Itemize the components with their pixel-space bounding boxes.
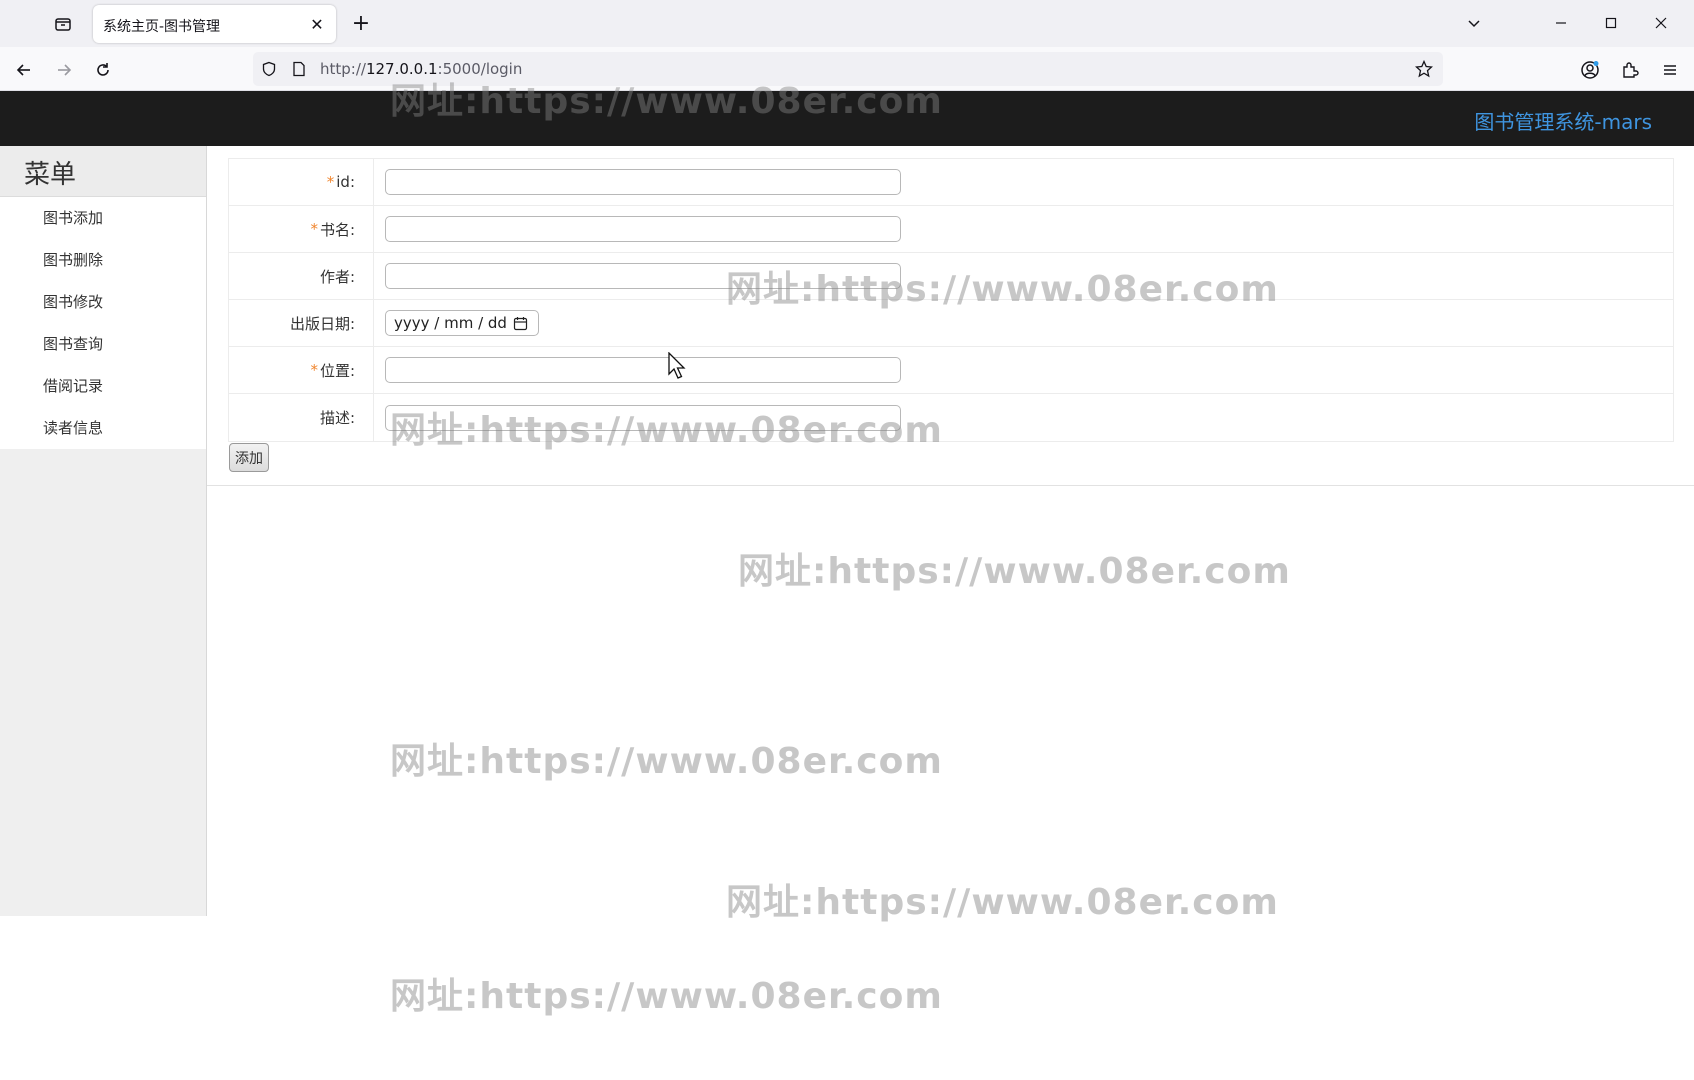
menu-title: 菜单 xyxy=(0,146,206,197)
shield-icon[interactable] xyxy=(260,60,278,78)
new-tab-icon[interactable]: + xyxy=(348,10,374,36)
field-label-text: id: xyxy=(336,173,355,191)
maximize-icon[interactable] xyxy=(1596,10,1626,36)
id-input[interactable] xyxy=(385,169,901,195)
sidebar-item-book-edit[interactable]: 图书修改 xyxy=(0,281,206,323)
tab-overview-icon[interactable] xyxy=(50,11,76,37)
form-row-title: * 书名: xyxy=(229,206,1673,253)
field-label-publish-date: 出版日期: xyxy=(229,300,374,346)
form-row-id: * id: xyxy=(229,159,1673,206)
input-cell xyxy=(374,159,1673,205)
brand-title[interactable]: 图书管理系统-mars xyxy=(1474,106,1652,135)
required-mark: * xyxy=(326,173,335,191)
field-label-text: 出版日期: xyxy=(289,314,355,333)
browser-tab-active[interactable]: 系统主页-图书管理 ✕ xyxy=(93,5,336,43)
sidebar-item-book-add[interactable]: 图书添加 xyxy=(0,197,206,239)
tab-title: 系统主页-图书管理 xyxy=(103,19,221,35)
sidebar-item-book-delete[interactable]: 图书删除 xyxy=(0,239,206,281)
watermark-text: 网址:https://www.08er.com xyxy=(390,81,943,122)
extensions-puzzle-icon[interactable] xyxy=(1616,56,1644,84)
field-label-location: * 位置: xyxy=(229,347,374,393)
date-placeholder: yyyy / mm / dd xyxy=(394,314,507,332)
publish-date-input[interactable]: yyyy / mm / dd xyxy=(385,310,539,336)
form-row-location: * 位置: xyxy=(229,347,1673,394)
watermark-text: 网址:https://www.08er.com xyxy=(726,882,1279,923)
mouse-cursor-icon xyxy=(668,351,688,384)
field-label-author: 作者: xyxy=(229,253,374,299)
page-icon[interactable] xyxy=(290,60,308,78)
watermark-text: 网址:https://www.08er.com xyxy=(390,741,943,782)
close-tab-icon[interactable]: ✕ xyxy=(306,13,328,35)
add-button[interactable]: 添加 xyxy=(229,443,269,472)
watermark-text: 网址:https://www.08er.com xyxy=(726,269,1279,310)
reload-icon[interactable] xyxy=(89,56,117,84)
required-mark: * xyxy=(310,361,318,379)
field-label-text: 书名: xyxy=(319,220,355,239)
account-icon[interactable] xyxy=(1576,56,1604,84)
bookmark-star-icon[interactable] xyxy=(1415,60,1433,78)
field-label-description: 描述: xyxy=(229,394,374,441)
calendar-icon[interactable] xyxy=(513,316,528,331)
watermark-text: 网址:https://www.08er.com xyxy=(390,976,943,1017)
field-label-title: * 书名: xyxy=(229,206,374,252)
sidebar-item-borrow-records[interactable]: 借阅记录 xyxy=(0,365,206,407)
input-cell xyxy=(374,206,1673,252)
menu-list: 图书添加 图书删除 图书修改 图书查询 借阅记录 读者信息 xyxy=(0,197,206,449)
forward-arrow-icon[interactable] xyxy=(50,56,78,84)
required-mark: * xyxy=(310,220,318,238)
field-label-text: 位置: xyxy=(319,361,355,380)
back-arrow-icon[interactable] xyxy=(10,56,38,84)
menu-hamburger-icon[interactable] xyxy=(1656,56,1684,84)
watermark-text: 网址:https://www.08er.com xyxy=(738,551,1291,592)
field-label-text: 作者: xyxy=(319,267,355,286)
book-title-input[interactable] xyxy=(385,216,901,242)
sidebar-item-book-search[interactable]: 图书查询 xyxy=(0,323,206,365)
sidebar-item-reader-info[interactable]: 读者信息 xyxy=(0,407,206,449)
watermark-text: 网址:https://www.08er.com xyxy=(390,410,943,451)
field-label-id: * id: xyxy=(229,159,374,205)
location-input[interactable] xyxy=(385,357,901,383)
close-window-icon[interactable] xyxy=(1646,10,1676,36)
tab-list-chevron-down-icon[interactable] xyxy=(1459,10,1489,36)
input-cell xyxy=(374,347,1673,393)
sidebar: 菜单 图书添加 图书删除 图书修改 图书查询 借阅记录 读者信息 xyxy=(0,146,207,916)
field-label-text: 描述: xyxy=(319,409,355,427)
browser-tab-bar: 系统主页-图书管理 ✕ + xyxy=(0,0,1694,47)
minimize-icon[interactable] xyxy=(1546,10,1576,36)
